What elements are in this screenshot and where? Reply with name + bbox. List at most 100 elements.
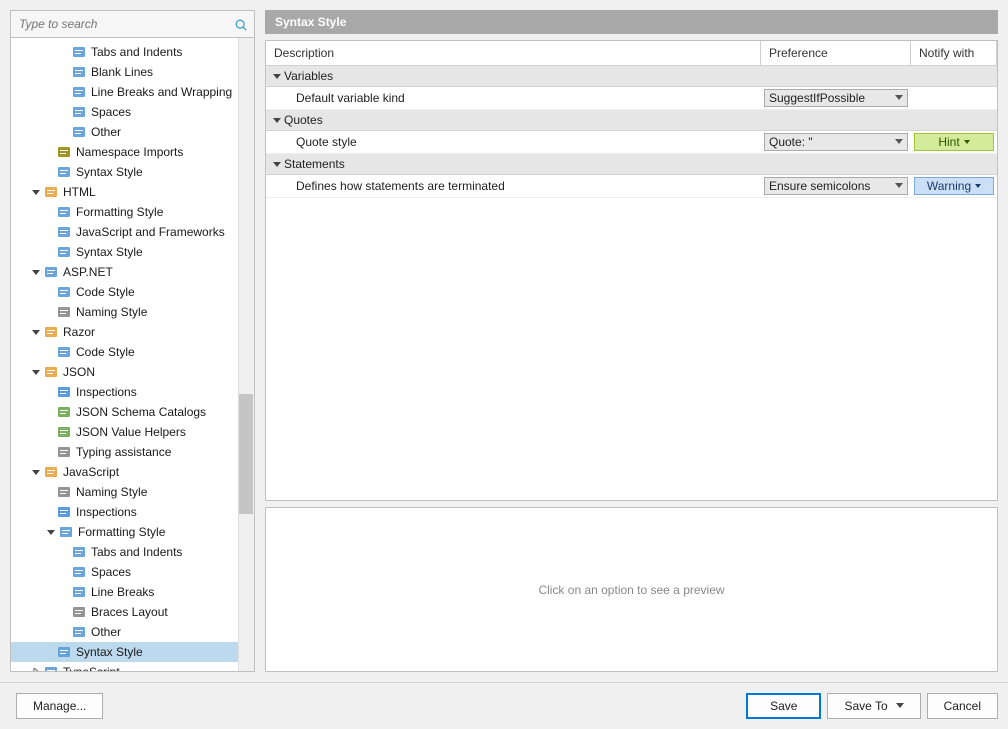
- tree-item[interactable]: TypeScript: [11, 662, 254, 671]
- expander-icon[interactable]: [31, 327, 41, 337]
- tree-label: Inspections: [76, 385, 137, 399]
- save-button[interactable]: Save: [746, 693, 821, 719]
- tree-label: Tabs and Indents: [91, 45, 182, 59]
- tree-item[interactable]: Other: [11, 622, 254, 642]
- expander-icon[interactable]: [31, 187, 41, 197]
- expander-icon[interactable]: [31, 667, 41, 671]
- tree-item[interactable]: Formatting Style: [11, 202, 254, 222]
- tree-item[interactable]: Inspections: [11, 502, 254, 522]
- tree-label: HTML: [63, 185, 96, 199]
- tree-item[interactable]: Code Style: [11, 342, 254, 362]
- tree-item[interactable]: ASP.NET: [11, 262, 254, 282]
- tree-item[interactable]: JavaScript and Frameworks: [11, 222, 254, 242]
- tree-item[interactable]: Line Breaks: [11, 582, 254, 602]
- tree-item[interactable]: Inspections: [11, 382, 254, 402]
- tree-panel: Tabs and Indents Blank Lines Line Breaks a…: [11, 38, 254, 671]
- tree-item[interactable]: Namespace Imports: [11, 142, 254, 162]
- expander-icon[interactable]: [46, 527, 56, 537]
- tree-item[interactable]: Syntax Style: [11, 162, 254, 182]
- header-description[interactable]: Description: [266, 41, 761, 66]
- chevron-down-icon: [964, 140, 970, 144]
- tree-item[interactable]: Syntax Style: [11, 242, 254, 262]
- tree-item[interactable]: Syntax Style: [11, 642, 254, 662]
- save-to-button[interactable]: Save To: [827, 693, 920, 719]
- expander-icon[interactable]: [31, 267, 41, 277]
- group-row[interactable]: Variables: [266, 66, 997, 87]
- tree-item[interactable]: JavaScript: [11, 462, 254, 482]
- tree-label: Formatting Style: [76, 205, 163, 219]
- syntax-icon: [56, 644, 72, 660]
- tree-item[interactable]: Tabs and Indents: [11, 42, 254, 62]
- expander-icon[interactable]: [31, 467, 41, 477]
- tree-label: Blank Lines: [91, 65, 153, 79]
- tree-item[interactable]: JSON: [11, 362, 254, 382]
- group-row[interactable]: Quotes: [266, 110, 997, 131]
- tree-label: Namespace Imports: [76, 145, 183, 159]
- chevron-down-icon: [272, 71, 282, 81]
- tree-label: Line Breaks and Wrapping: [91, 85, 232, 99]
- header-notify[interactable]: Notify with: [911, 41, 997, 66]
- setting-description: Quote style: [266, 131, 761, 153]
- chevron-down-icon: [895, 94, 903, 102]
- blank-icon: [71, 64, 87, 80]
- tree-item[interactable]: Spaces: [11, 102, 254, 122]
- tree-label: Razor: [63, 325, 95, 339]
- tree-item[interactable]: HTML: [11, 182, 254, 202]
- spaces-icon: [71, 564, 87, 580]
- content-panel: Syntax Style Description Preference Noti…: [265, 10, 998, 672]
- syntax-icon: [56, 164, 72, 180]
- format-icon: [56, 204, 72, 220]
- preference-select[interactable]: Quote: ": [764, 133, 908, 151]
- group-row[interactable]: Statements: [266, 154, 997, 175]
- tree-item[interactable]: JSON Value Helpers: [11, 422, 254, 442]
- naming-icon: [56, 484, 72, 500]
- tree-item[interactable]: Braces Layout: [11, 602, 254, 622]
- setting-row: Default variable kind SuggestIfPossible: [266, 87, 997, 110]
- setting-row: Defines how statements are terminated En…: [266, 175, 997, 198]
- tree-label: Code Style: [76, 345, 135, 359]
- tree-item[interactable]: Naming Style: [11, 482, 254, 502]
- wrap-icon: [71, 584, 87, 600]
- json-icon: [43, 364, 59, 380]
- group-label: Variables: [284, 69, 333, 83]
- notify-select[interactable]: Hint: [914, 133, 994, 151]
- search-container: [11, 11, 254, 38]
- syntax-icon: [56, 244, 72, 260]
- tree-item[interactable]: JSON Schema Catalogs: [11, 402, 254, 422]
- tree-item[interactable]: Formatting Style: [11, 522, 254, 542]
- expander-icon[interactable]: [31, 367, 41, 377]
- cancel-button[interactable]: Cancel: [927, 693, 998, 719]
- tree-item[interactable]: Line Breaks and Wrapping: [11, 82, 254, 102]
- tree-label: Syntax Style: [76, 245, 143, 259]
- group-label: Statements: [284, 157, 345, 171]
- scrollbar-thumb[interactable]: [239, 394, 253, 514]
- tree-item[interactable]: Naming Style: [11, 302, 254, 322]
- chevron-down-icon: [896, 703, 904, 709]
- html-icon: [43, 184, 59, 200]
- tree-label: Spaces: [91, 565, 131, 579]
- notify-select[interactable]: Warning: [914, 177, 994, 195]
- other-icon: [71, 624, 87, 640]
- schema-icon: [56, 404, 72, 420]
- tree-item[interactable]: Other: [11, 122, 254, 142]
- header-preference[interactable]: Preference: [761, 41, 911, 66]
- search-input[interactable]: [11, 11, 254, 38]
- tree-item[interactable]: Razor: [11, 322, 254, 342]
- scrollbar[interactable]: [238, 38, 254, 671]
- manage-button[interactable]: Manage...: [16, 693, 103, 719]
- tree-label: Naming Style: [76, 305, 147, 319]
- tree-label: JSON Value Helpers: [76, 425, 186, 439]
- tree-item[interactable]: Code Style: [11, 282, 254, 302]
- tree-item[interactable]: Tabs and Indents: [11, 542, 254, 562]
- footer: Manage... Save Save To Cancel: [0, 682, 1008, 729]
- tree-item[interactable]: Spaces: [11, 562, 254, 582]
- naming-icon: [56, 304, 72, 320]
- preference-select[interactable]: SuggestIfPossible: [764, 89, 908, 107]
- tree-item[interactable]: Blank Lines: [11, 62, 254, 82]
- insp-icon: [56, 384, 72, 400]
- tree-item[interactable]: Typing assistance: [11, 442, 254, 462]
- helper-icon: [56, 424, 72, 440]
- ns-icon: [56, 144, 72, 160]
- preference-select[interactable]: Ensure semicolons: [764, 177, 908, 195]
- tree-label: TypeScript: [63, 665, 120, 671]
